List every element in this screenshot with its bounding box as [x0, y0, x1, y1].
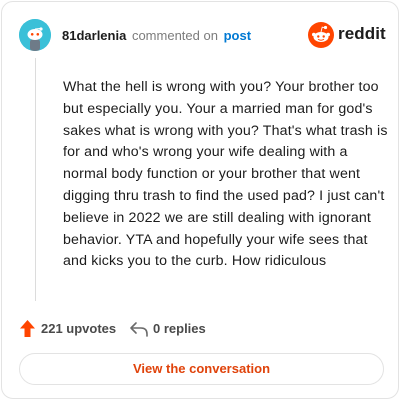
reply-count: 0 replies: [153, 321, 206, 336]
comment-header: 81darlenia commented on post reddit: [19, 19, 386, 51]
action-text: commented on: [131, 28, 218, 43]
thread-line: [35, 58, 36, 301]
upvote-arrow-icon[interactable]: [19, 319, 36, 338]
comment-body: What the hell is wrong with you? Your br…: [63, 79, 388, 270]
snoo-avatar-icon: [19, 19, 51, 51]
reddit-wordmark: reddit: [338, 24, 386, 43]
comment-actions: 221 upvotes 0 replies: [19, 318, 319, 340]
reply-arrow-icon[interactable]: [129, 320, 149, 338]
avatar[interactable]: [19, 19, 51, 51]
upvote-count: 221 upvotes: [41, 321, 117, 336]
username[interactable]: 81darlenia: [62, 28, 126, 43]
comment-card: 81darlenia commented on post reddit What…: [1, 1, 399, 399]
reddit-logo-icon: [308, 22, 334, 48]
header-text: 81darlenia commented on post: [62, 28, 251, 43]
reddit-brand[interactable]: reddit: [308, 22, 386, 48]
view-conversation-button[interactable]: View the conversation: [19, 353, 384, 385]
post-link[interactable]: post: [224, 28, 251, 43]
